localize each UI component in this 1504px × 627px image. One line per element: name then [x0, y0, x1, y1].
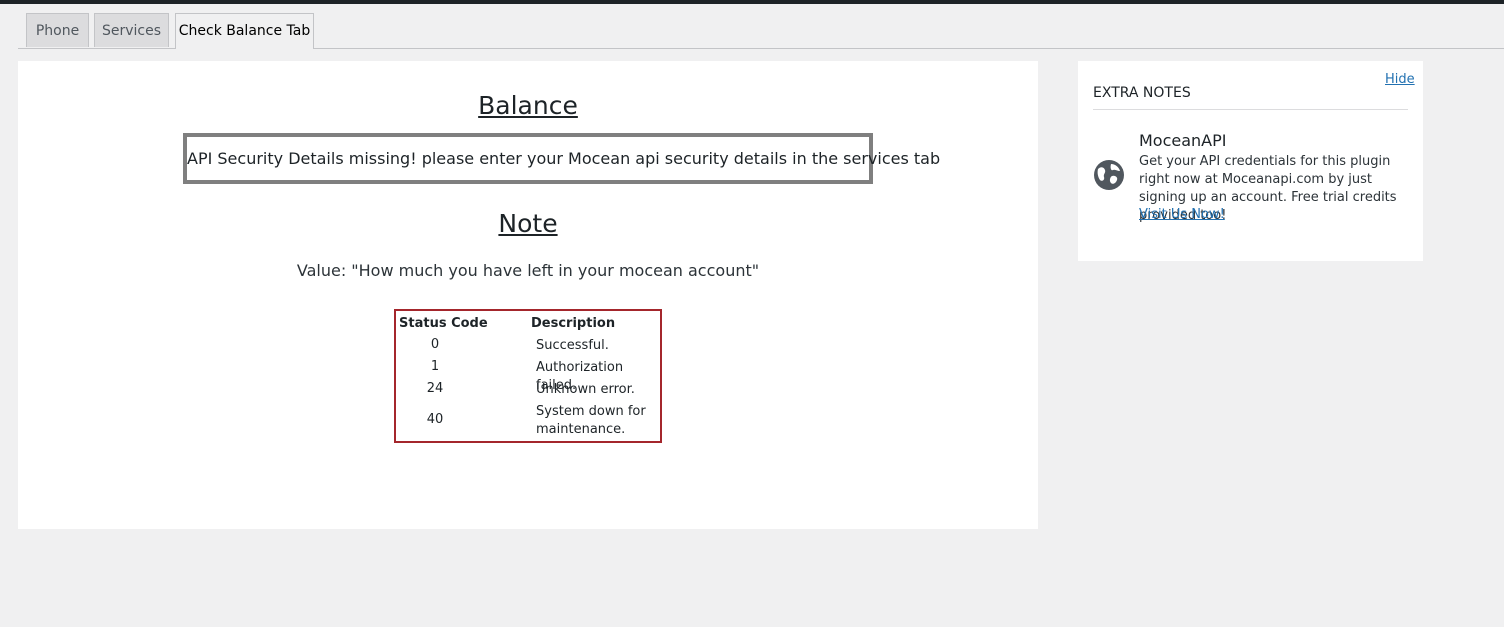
- table-header-status-code: Status Code: [399, 316, 488, 331]
- tab-phone[interactable]: Phone: [26, 13, 89, 47]
- status-description-cell: Successful.: [536, 338, 609, 353]
- divider: [1093, 109, 1408, 110]
- table-header-description: Description: [531, 316, 616, 331]
- note-heading: Note: [498, 209, 558, 238]
- main-panel: Balance API Security Details missing! pl…: [18, 61, 1038, 529]
- status-code-cell: 40: [426, 412, 444, 427]
- brand-name: MoceanAPI: [1139, 131, 1227, 150]
- extra-notes-panel: Hide EXTRA NOTES MoceanAPI Get your API …: [1078, 61, 1423, 261]
- tab-services[interactable]: Services: [94, 13, 169, 47]
- hide-link[interactable]: Hide: [1385, 72, 1415, 87]
- status-description-cell: System down for maintenance.: [536, 404, 646, 437]
- admin-top-bar: [0, 0, 1504, 4]
- tab-check-balance[interactable]: Check Balance Tab: [175, 13, 314, 49]
- status-code-cell: 0: [430, 337, 440, 352]
- status-code-cell: 24: [426, 381, 444, 396]
- status-description-cell: Unknown error.: [536, 382, 635, 397]
- visit-us-link[interactable]: Visit Us Now!: [1139, 207, 1225, 222]
- warning-message: API Security Details missing! please ent…: [183, 133, 940, 184]
- tab-bar: Phone Services Check Balance Tab: [18, 13, 1504, 49]
- extra-notes-title: EXTRA NOTES: [1093, 85, 1191, 101]
- balance-heading: Balance: [478, 91, 578, 120]
- value-description: Value: "How much you have left in your m…: [296, 261, 760, 280]
- status-code-table: Status Code Description 0 Successful. 1 …: [394, 309, 662, 443]
- globe-icon: [1093, 159, 1125, 191]
- status-code-cell: 1: [430, 359, 440, 374]
